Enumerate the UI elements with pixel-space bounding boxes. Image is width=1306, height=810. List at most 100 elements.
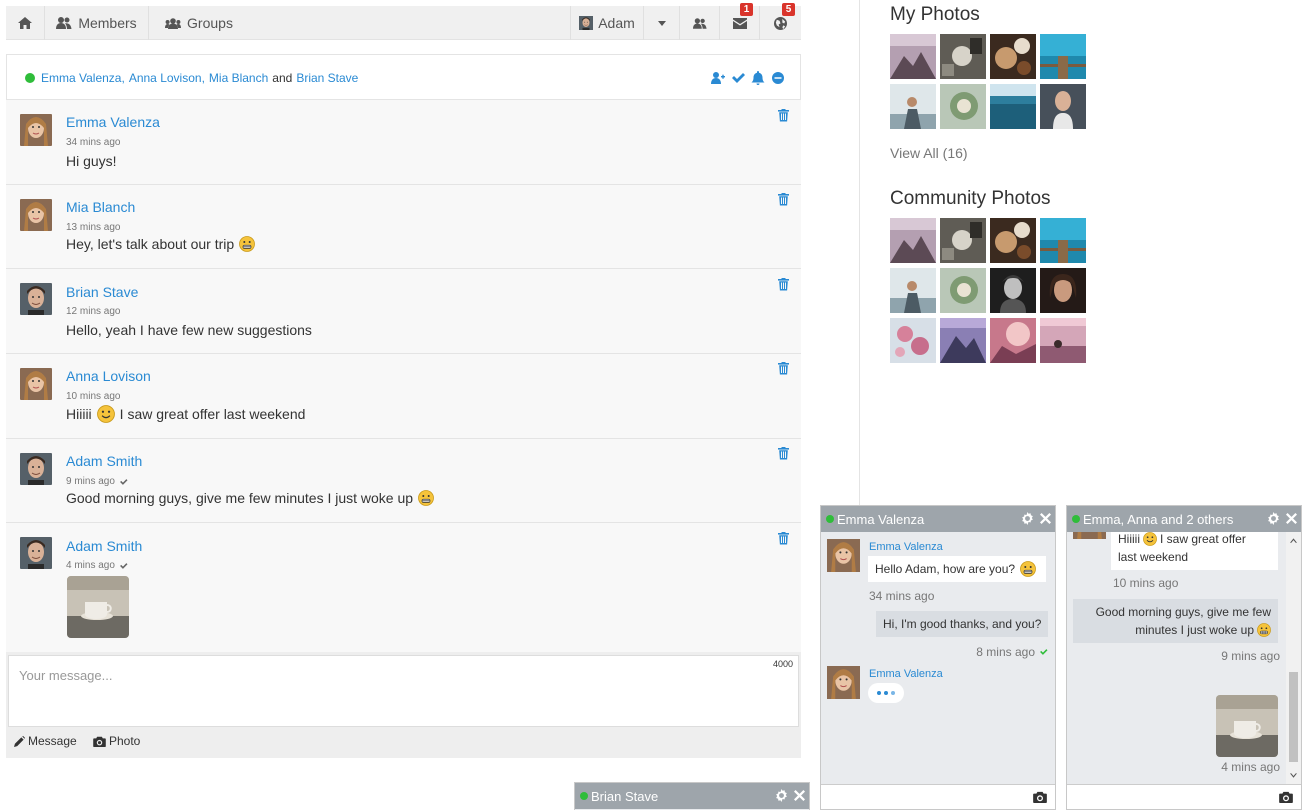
trash-icon[interactable] (778, 362, 789, 375)
chat-bubble: Good morning guys, give me few minutes I… (1073, 599, 1278, 643)
trash-icon[interactable] (778, 532, 789, 545)
home-button[interactable] (6, 6, 45, 40)
sender-name[interactable]: Emma Valenza (66, 114, 160, 130)
photo-thumbnail[interactable] (990, 268, 1036, 313)
photo-thumbnail[interactable] (1040, 84, 1086, 129)
user-avatar (579, 16, 593, 30)
message-photo[interactable] (1216, 695, 1278, 757)
photo-thumbnail[interactable] (890, 318, 936, 363)
message-time-row: 4 mins ago (66, 560, 128, 571)
photo-thumbnail[interactable] (940, 218, 986, 263)
message-text: Good morning guys, give me few minutes I… (66, 490, 437, 506)
participant-link[interactable]: Anna Lovison (129, 71, 202, 85)
globe-icon (774, 16, 787, 30)
sender-name[interactable]: Adam Smith (66, 453, 142, 469)
participant-link[interactable]: Emma Valenza (41, 71, 121, 85)
check-icon[interactable] (731, 71, 745, 85)
photo-thumbnail[interactable] (990, 84, 1036, 129)
photo-thumbnail[interactable] (890, 34, 936, 79)
message-photo[interactable] (67, 576, 129, 638)
photo-button-label: Photo (109, 734, 141, 748)
participant-link[interactable]: Mia Blanch (209, 71, 268, 85)
chat-input-bar[interactable] (821, 784, 1055, 809)
chat-time-row: 8 mins ago (976, 645, 1048, 659)
chat-title: Brian Stave (591, 788, 659, 804)
sender-name[interactable]: Mia Blanch (66, 199, 135, 215)
avatar[interactable] (20, 453, 52, 485)
message-time: 13 mins ago (66, 222, 121, 233)
photo-thumbnail[interactable] (890, 84, 936, 129)
photo-thumbnail[interactable] (990, 218, 1036, 263)
sender-name[interactable]: Brian Stave (66, 284, 138, 300)
participant-link[interactable]: Brian Stave (296, 71, 358, 85)
my-photos-title: My Photos (890, 4, 980, 25)
message-item: Anna Lovison 10 mins ago Hiiiii I saw gr… (6, 354, 801, 439)
view-all-link[interactable]: View All (16) (890, 145, 968, 161)
photo-thumbnail[interactable] (1040, 34, 1086, 79)
bell-icon[interactable] (751, 71, 765, 85)
gear-icon[interactable] (1021, 512, 1034, 525)
close-icon[interactable] (1040, 513, 1051, 524)
avatar[interactable] (827, 539, 860, 572)
photo-thumbnail[interactable] (890, 268, 936, 313)
avatar[interactable] (20, 199, 52, 231)
chat-input-bar[interactable] (1067, 784, 1301, 809)
notifications-button[interactable]: 5 (760, 3, 801, 40)
chevron-down-icon[interactable] (1290, 773, 1297, 778)
photo-button[interactable]: Photo (93, 734, 140, 748)
photo-thumbnail[interactable] (990, 318, 1036, 363)
avatar[interactable] (20, 283, 52, 315)
photo-thumbnail[interactable] (990, 34, 1036, 79)
message-input[interactable] (9, 656, 798, 726)
chat-bubble-text: Hi, I'm good thanks, and you? (883, 617, 1042, 631)
photo-thumbnail[interactable] (940, 268, 986, 313)
photo-thumbnail[interactable] (1040, 268, 1086, 313)
chat-title: Emma, Anna and 2 others (1083, 511, 1234, 527)
photo-thumbnail[interactable] (940, 34, 986, 79)
chat-window-brian: Brian Stave (574, 782, 810, 810)
user-menu[interactable]: Adam (570, 6, 643, 40)
close-icon[interactable] (794, 790, 805, 801)
scrollbar-thumb[interactable] (1289, 672, 1298, 762)
trash-icon[interactable] (778, 193, 789, 206)
avatar[interactable] (20, 114, 52, 146)
user-dropdown-toggle[interactable] (643, 6, 680, 40)
message-button[interactable]: Message (14, 734, 77, 748)
avatar[interactable] (20, 368, 52, 400)
camera-icon[interactable] (1033, 791, 1047, 803)
groups-button[interactable]: Groups (149, 6, 249, 40)
emoji-grimace-icon (1257, 623, 1271, 637)
message-time: 10 mins ago (66, 391, 121, 402)
photo-thumbnail[interactable] (940, 84, 986, 129)
gear-icon[interactable] (775, 789, 788, 802)
photo-thumbnail[interactable] (1040, 218, 1086, 263)
camera-icon[interactable] (1279, 791, 1293, 803)
minus-circle-icon[interactable] (771, 71, 785, 85)
chat-bubble-text: Good morning guys, give me few (1095, 605, 1271, 619)
chat-header[interactable]: Brian Stave (575, 783, 809, 809)
photo-thumbnail[interactable] (1040, 318, 1086, 363)
trash-icon[interactable] (778, 278, 789, 291)
add-user-icon[interactable] (711, 71, 725, 85)
chat-scrollbar[interactable] (1286, 532, 1301, 784)
trash-icon[interactable] (778, 109, 789, 122)
avatar[interactable] (20, 537, 52, 569)
sender-name[interactable]: Emma Valenza (869, 541, 943, 553)
sender-name[interactable]: Anna Lovison (66, 368, 151, 384)
members-button[interactable]: Members (45, 6, 149, 40)
trash-icon[interactable] (778, 447, 789, 460)
sender-name[interactable]: Adam Smith (66, 538, 142, 554)
photo-thumbnail[interactable] (940, 318, 986, 363)
messages-button[interactable]: 1 (720, 3, 760, 40)
close-icon[interactable] (1286, 513, 1297, 524)
chevron-up-icon[interactable] (1290, 538, 1297, 543)
groups-icon (165, 17, 182, 29)
chat-header[interactable]: Emma, Anna and 2 others (1067, 506, 1301, 532)
gear-icon[interactable] (1267, 512, 1280, 525)
avatar[interactable] (1073, 532, 1106, 539)
avatar[interactable] (827, 666, 860, 699)
friends-button[interactable] (680, 6, 720, 40)
sender-name[interactable]: Emma Valenza (869, 668, 943, 680)
chat-header[interactable]: Emma Valenza (821, 506, 1055, 532)
photo-thumbnail[interactable] (890, 218, 936, 263)
